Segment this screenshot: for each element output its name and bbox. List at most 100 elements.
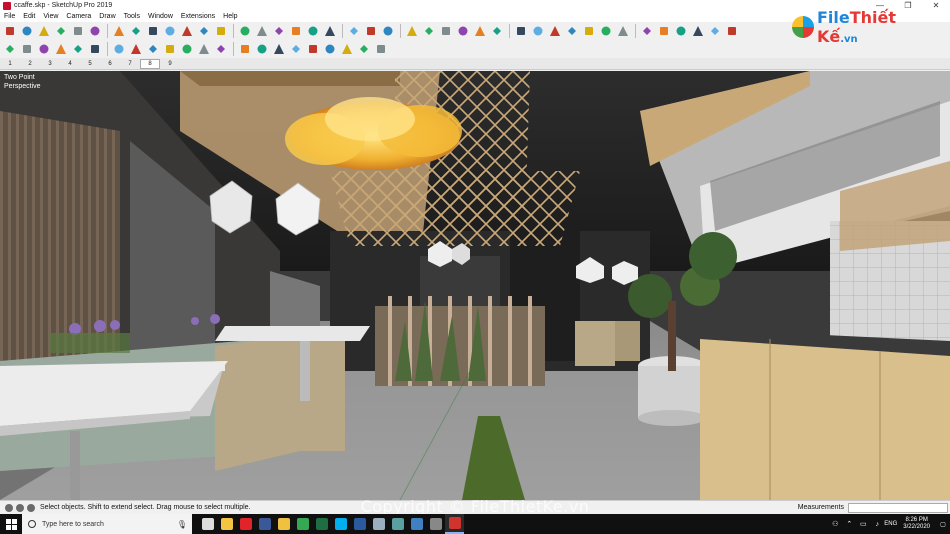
push-pull-icon[interactable]	[87, 24, 102, 38]
iso-view-icon[interactable]	[513, 24, 528, 38]
paint-bucket-icon[interactable]	[162, 24, 177, 38]
rotate-icon[interactable]	[128, 24, 143, 38]
align-icon[interactable]	[724, 24, 739, 38]
file-explorer-icon[interactable]	[217, 514, 236, 534]
front-view-icon[interactable]	[547, 24, 562, 38]
menu-view[interactable]: View	[39, 13, 62, 20]
scene-tab-1[interactable]: 1	[0, 61, 20, 67]
move-solid-icon[interactable]	[111, 42, 126, 56]
photoshop-icon[interactable]	[350, 514, 369, 534]
shaded-icon[interactable]	[455, 24, 470, 38]
facebook-icon[interactable]	[255, 514, 274, 534]
scene-icon[interactable]	[70, 42, 85, 56]
eraser-icon[interactable]	[19, 24, 34, 38]
move-icon[interactable]	[111, 24, 126, 38]
warehouse-icon[interactable]	[322, 24, 337, 38]
start-button[interactable]	[0, 514, 22, 534]
union-icon[interactable]	[145, 42, 160, 56]
layout-icon[interactable]	[407, 514, 426, 534]
pencil-icon[interactable]	[36, 24, 51, 38]
excel-icon[interactable]	[312, 514, 331, 534]
scene-tab-2[interactable]: 2	[20, 61, 40, 67]
vray-icon[interactable]	[305, 42, 320, 56]
textured-icon[interactable]	[472, 24, 487, 38]
scene-tab-3[interactable]: 3	[40, 61, 60, 67]
texture-icon[interactable]	[322, 42, 337, 56]
subtract-icon[interactable]	[162, 42, 177, 56]
styles-icon[interactable]	[404, 24, 419, 38]
scene-tab-4[interactable]: 4	[60, 61, 80, 67]
task-view-icon[interactable]	[198, 514, 217, 534]
text-icon[interactable]	[196, 24, 211, 38]
ruby-icon[interactable]	[363, 24, 378, 38]
scene-tab-9[interactable]: 9	[160, 61, 180, 67]
orbit-icon[interactable]	[254, 24, 269, 38]
tape-measure-icon[interactable]	[179, 24, 194, 38]
back-view-icon[interactable]	[581, 24, 596, 38]
select-icon[interactable]	[2, 24, 17, 38]
play-icon[interactable]	[19, 42, 34, 56]
scale-icon[interactable]	[128, 42, 143, 56]
look-around-icon[interactable]	[673, 24, 688, 38]
offset-icon[interactable]	[145, 24, 160, 38]
trim-icon[interactable]	[196, 42, 211, 56]
skype-icon[interactable]	[331, 514, 350, 534]
batch-icon[interactable]	[373, 42, 388, 56]
scene-tab-7[interactable]: 7	[120, 61, 140, 67]
component-icon[interactable]	[2, 42, 17, 56]
volume-icon[interactable]: ♪	[872, 521, 882, 528]
language-indicator[interactable]: ENG	[884, 521, 897, 527]
record-icon[interactable]	[53, 42, 68, 56]
left-view-icon[interactable]	[598, 24, 613, 38]
scene-tab-8[interactable]: 8	[140, 58, 160, 69]
material-icon[interactable]	[288, 42, 303, 56]
pan-icon[interactable]	[271, 24, 286, 38]
3d-text-icon[interactable]	[237, 24, 252, 38]
axes-icon[interactable]	[213, 24, 228, 38]
taskbar-search-box[interactable]: Type here to search 🎙	[22, 514, 192, 534]
camera-icon[interactable]	[339, 42, 354, 56]
menu-window[interactable]: Window	[144, 13, 177, 20]
light-icon[interactable]	[271, 42, 286, 56]
calculator-icon[interactable]	[426, 514, 445, 534]
top-view-icon[interactable]	[530, 24, 545, 38]
folder-icon[interactable]	[274, 514, 293, 534]
rectangle-icon[interactable]	[70, 24, 85, 38]
frame-icon[interactable]	[356, 42, 371, 56]
wireframe-icon[interactable]	[421, 24, 436, 38]
zoom-extents-icon[interactable]	[305, 24, 320, 38]
monochrome-icon[interactable]	[489, 24, 504, 38]
menu-camera[interactable]: Camera	[62, 13, 95, 20]
show-hidden-icons-icon[interactable]: ⌃	[844, 520, 854, 528]
menu-tools[interactable]: Tools	[120, 13, 144, 20]
map-app-icon[interactable]	[388, 514, 407, 534]
solid-icon[interactable]	[237, 42, 252, 56]
render-icon[interactable]	[254, 42, 269, 56]
system-clock[interactable]: 8:26 PM 3/22/2020	[903, 517, 930, 531]
flip-icon[interactable]	[707, 24, 722, 38]
sketchup-icon[interactable]	[445, 514, 464, 534]
image-app-icon[interactable]	[369, 514, 388, 534]
split-icon[interactable]	[213, 42, 228, 56]
menu-file[interactable]: File	[0, 13, 19, 20]
people-icon[interactable]: ⚇	[830, 520, 840, 528]
menu-draw[interactable]: Draw	[95, 13, 119, 20]
extension-icon[interactable]	[346, 24, 361, 38]
right-view-icon[interactable]	[564, 24, 579, 38]
menu-help[interactable]: Help	[219, 13, 241, 20]
chrome-icon[interactable]	[293, 514, 312, 534]
modeling-viewport[interactable]: Two Point Perspective	[0, 71, 950, 500]
hidden-line-icon[interactable]	[438, 24, 453, 38]
zoom-icon[interactable]	[288, 24, 303, 38]
menu-edit[interactable]: Edit	[19, 13, 39, 20]
intersect-icon[interactable]	[179, 42, 194, 56]
arc-icon[interactable]	[53, 24, 68, 38]
notification-center-icon[interactable]: ▢	[936, 514, 950, 534]
position-camera-icon[interactable]	[656, 24, 671, 38]
walk-icon[interactable]	[639, 24, 654, 38]
stop-icon[interactable]	[36, 42, 51, 56]
network-icon[interactable]: ▭	[858, 520, 868, 528]
microphone-icon[interactable]: 🎙	[177, 520, 187, 529]
scene-tab-5[interactable]: 5	[80, 61, 100, 67]
menu-extensions[interactable]: Extensions	[177, 13, 219, 20]
